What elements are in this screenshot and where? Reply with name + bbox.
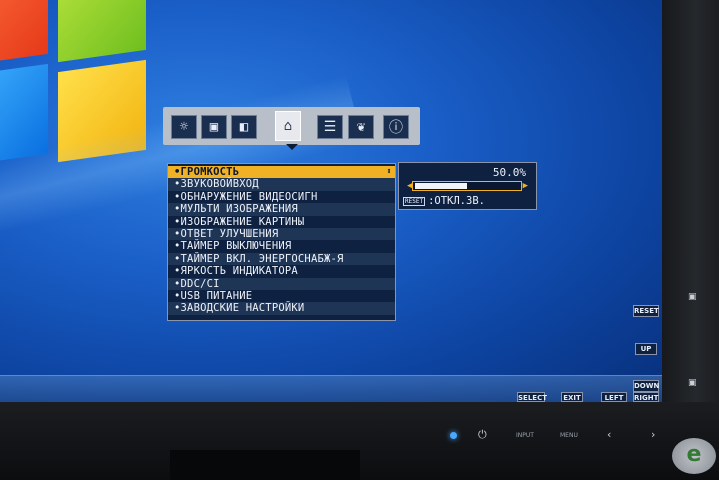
slider-left-arrow-icon: ◀ [407, 181, 413, 191]
menu-item-response-improve[interactable]: •ОТВЕТ УЛУЧШЕНИЯ [168, 227, 395, 241]
menu-item-usb-power[interactable]: •USB ПИТАНИЕ [168, 290, 395, 302]
volume-slider[interactable]: ◀ ▶ [407, 181, 528, 191]
menu-item-power-on-timer[interactable]: •ТАЙМЕР ВКЛ. ЭНЕРГОСНАБЖ-Я [168, 252, 395, 266]
menu-item-sound-input[interactable]: •ЗВУКОВОЙВХОД [168, 178, 395, 191]
sensor-icon-lower: ▣ [688, 378, 697, 388]
desktop-screen: ☼ ▣ ◧ ⌂ ☰ ❦ ⓘ •ГРОМКОСТЬ ⬍ •ЗВУКОВОЙВХОД … [0, 0, 662, 402]
menu-item-multi-picture[interactable]: •МУЛЬТИ ИЗОБРАЖЕНИЯ [168, 203, 395, 216]
volume-slider-fill [415, 183, 467, 189]
menu-item-ddc-ci[interactable]: •DDC/CI [168, 277, 395, 290]
power-led [450, 432, 457, 439]
mute-hint: RESET:ОТКЛ.ЗВ. [403, 195, 485, 207]
brightness-icon[interactable]: ☼ [171, 115, 197, 139]
volume-panel: 50.0% ◀ ▶ RESET:ОТКЛ.ЗВ. [398, 162, 537, 210]
menu-tools-icon[interactable]: ☰ [317, 115, 343, 139]
up-hint: UP [635, 343, 657, 355]
reset-hint: RESET [633, 305, 659, 317]
menu-item-off-timer[interactable]: •ТАЙМЕР ВЫКЛЮЧЕНИЯ [168, 240, 395, 252]
toolbox-icon[interactable]: ⌂ [275, 111, 301, 141]
menu-item-indicator-brightness[interactable]: •ЯРКОСТЬ ИНДИКАТОРА [168, 265, 395, 277]
eco-icon[interactable]: ❦ [348, 115, 374, 139]
menu-item-picture-image[interactable]: •ИЗОБРАЖЕНИЕ КАРТИНЫ [168, 216, 395, 228]
menu-item-video-detect[interactable]: •ОБНАРУЖЕНИЕ ВИДЕОСИГН [168, 191, 395, 203]
select-hint: SELECT [517, 392, 547, 402]
menu-item-volume[interactable]: •ГРОМКОСТЬ ⬍ [168, 166, 395, 179]
slider-right-arrow-icon: ▶ [522, 181, 528, 191]
input-button-label[interactable]: INPUT [516, 432, 534, 439]
osd-menu-list: •ГРОМКОСТЬ ⬍ •ЗВУКОВОЙВХОД •ОБНАРУЖЕНИЕ В… [167, 163, 396, 321]
up-down-arrows-icon: ⬍ [386, 167, 392, 177]
sensor-icon: ▣ [688, 292, 697, 302]
volume-value: 50.0% [492, 166, 526, 179]
watermark-logo: e [672, 438, 716, 474]
osd-tab-bar: ☼ ▣ ◧ ⌂ ☰ ❦ ⓘ [163, 107, 420, 145]
power-icon[interactable]: ⏻ [478, 428, 487, 442]
selected-tab-pointer [286, 144, 298, 150]
chevron-right-icon[interactable]: › [651, 428, 655, 441]
menu-item-factory-preset[interactable]: •ЗАВОДСКИЕ НАСТРОЙКИ [168, 302, 395, 315]
down-hint: DOWN [633, 380, 660, 392]
exit-hint: EXIT [561, 392, 583, 402]
right-hint: RIGHT [633, 392, 659, 402]
reset-key-icon: RESET [403, 196, 426, 206]
menu-button-label[interactable]: MENU [560, 432, 578, 439]
screen-adjust-icon[interactable]: ▣ [201, 115, 227, 139]
information-icon[interactable]: ⓘ [383, 115, 409, 139]
monitor-stand [170, 450, 360, 480]
chevron-left-icon[interactable]: ‹ [607, 428, 611, 441]
color-icon[interactable]: ◧ [231, 115, 257, 139]
mute-label: :ОТКЛ.ЗВ. [428, 195, 485, 207]
left-hint: LEFT [601, 392, 627, 402]
